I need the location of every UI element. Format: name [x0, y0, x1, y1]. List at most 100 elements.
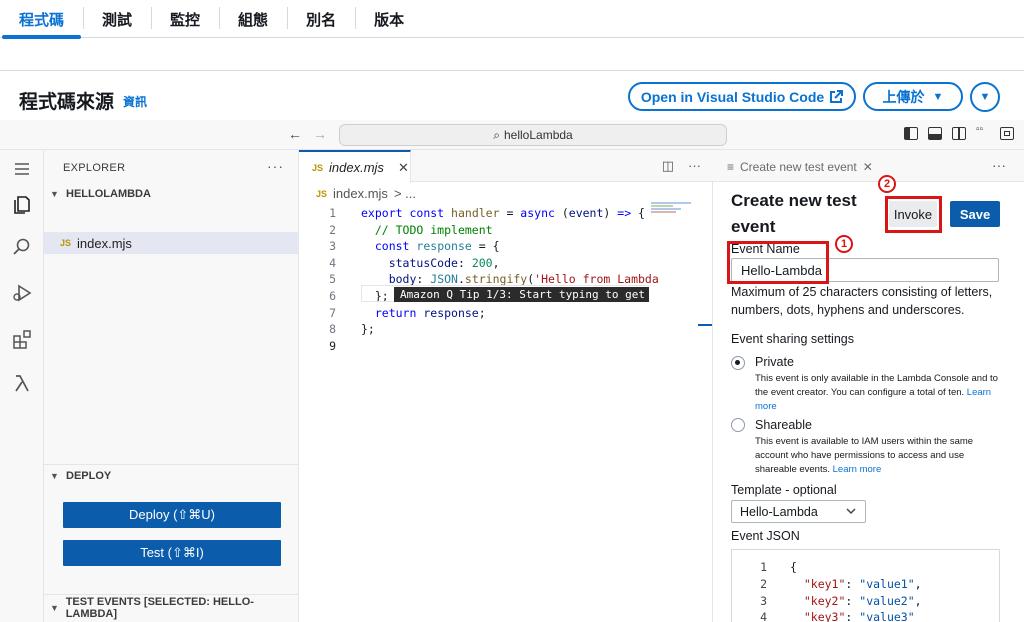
- shareable-description: This event is available to IAM users wit…: [755, 435, 1000, 477]
- fullscreen-icon[interactable]: [1000, 127, 1014, 140]
- test-events-title: TEST EVENTS [SELECTED: HELLO-LAMBDA]: [65, 595, 254, 620]
- upload-from-label: 上傳於: [882, 88, 925, 105]
- more-icon[interactable]: ···: [992, 157, 1006, 173]
- javascript-file-icon: JS: [60, 238, 72, 248]
- document-icon: ≡: [727, 160, 735, 174]
- menu-icon[interactable]: [11, 158, 33, 180]
- code-line: 7 return response;: [329, 305, 486, 320]
- learn-more-link[interactable]: Learn more: [833, 464, 882, 475]
- template-select[interactable]: Hello-Lambda: [731, 500, 866, 523]
- tab-create-test-event[interactable]: ≡ Create new test event ✕: [727, 160, 873, 174]
- code-line: 3 const response = {: [329, 239, 500, 254]
- tab-label: Create new test event: [740, 160, 857, 174]
- tab-monitor[interactable]: 監控: [151, 0, 219, 38]
- tab-aliases[interactable]: 別名: [287, 0, 355, 38]
- test-event-heading: Create new test event: [731, 191, 857, 236]
- chevron-down-icon: ▼: [932, 90, 944, 103]
- code-line: 9: [329, 338, 336, 353]
- more-icon[interactable]: ···: [688, 158, 701, 174]
- search-icon: ⌕: [493, 127, 500, 142]
- tab-test[interactable]: 測試: [83, 0, 151, 38]
- code-editor-ide: ← → ⌕ helloLambda EXPLORER ··· ▼ HELLOLA…: [0, 120, 1024, 622]
- ide-titlebar: ← → ⌕ helloLambda: [0, 120, 1024, 150]
- event-json-editor[interactable]: 1{ 2 "key1": "value1", 3 "key2": "value2…: [731, 549, 1000, 622]
- search-icon[interactable]: [11, 236, 33, 258]
- breadcrumb-file[interactable]: index.mjs: [333, 186, 388, 201]
- annotation-number-2: 2: [878, 175, 896, 193]
- editor-tab-index-mjs[interactable]: JS index.mjs ✕: [299, 150, 411, 183]
- template-value: Hello-Lambda: [740, 504, 818, 519]
- run-debug-icon[interactable]: [11, 282, 33, 304]
- minimap[interactable]: [651, 202, 701, 222]
- folder-label: HELLOLAMBDA: [66, 188, 151, 200]
- javascript-file-icon: JS: [316, 188, 328, 199]
- open-vscode-label: Open in Visual Studio Code: [640, 88, 825, 105]
- sharing-settings-label: Event sharing settings: [731, 332, 854, 346]
- test-event-panel: ≡ Create new test event ✕ ··· Create new…: [713, 150, 1024, 622]
- lambda-icon[interactable]: [11, 372, 33, 394]
- save-button[interactable]: Save: [950, 201, 1000, 227]
- chevron-down-icon: ▼: [50, 189, 59, 199]
- scrollbar-marker: [698, 324, 712, 326]
- back-arrow-icon[interactable]: ←: [288, 126, 302, 142]
- open-vscode-button[interactable]: Open in Visual Studio Code: [628, 82, 856, 111]
- activity-bar: [0, 150, 44, 622]
- toggle-panel-icon[interactable]: [928, 127, 942, 140]
- toggle-primary-sidebar-icon[interactable]: [904, 127, 918, 140]
- private-description-text: This event is only available in the Lamb…: [755, 373, 998, 398]
- upload-from-button[interactable]: 上傳於 ▼: [863, 82, 963, 111]
- command-center-search[interactable]: ⌕ helloLambda: [339, 124, 727, 146]
- close-icon[interactable]: ✕: [863, 160, 873, 174]
- code-line: 2 // TODO implement: [329, 222, 493, 237]
- page-title: 程式碼來源: [19, 92, 115, 113]
- explorer-icon[interactable]: [11, 194, 33, 216]
- file-index-mjs[interactable]: JS index.mjs: [44, 232, 299, 254]
- test-events-section-header[interactable]: ▼ TEST EVENTS [SELECTED: HELLO-LAMBDA]: [44, 594, 299, 620]
- layout-controls: [904, 124, 1014, 140]
- deploy-section-header[interactable]: ▼ DEPLOY: [44, 465, 299, 487]
- more-icon[interactable]: ···: [267, 158, 284, 174]
- event-name-hint: Maximum of 25 characters consisting of l…: [731, 285, 993, 317]
- breadcrumb: JS index.mjs > ...: [316, 186, 416, 201]
- code-line: 8};: [329, 322, 375, 337]
- amazon-q-tip: Amazon Q Tip 1/3: Start typing to get: [394, 287, 649, 302]
- file-label: index.mjs: [77, 235, 132, 251]
- chevron-down-icon: ▼: [979, 91, 991, 103]
- code-lines[interactable]: 1 export const handler = async (event) =>…: [299, 205, 659, 354]
- test-button[interactable]: Test (⇧⌘I): [63, 540, 281, 566]
- event-json-label: Event JSON: [731, 529, 800, 543]
- javascript-file-icon: JS: [312, 162, 324, 173]
- annotation-number-1: 1: [835, 235, 853, 253]
- more-actions-button[interactable]: ▼: [970, 82, 1000, 112]
- deploy-button[interactable]: Deploy (⇧⌘U): [63, 502, 281, 528]
- shareable-radio[interactable]: [731, 418, 745, 432]
- code-source-header: 程式碼來源 資訊 Open in Visual Studio Code 上傳於 …: [0, 70, 1024, 120]
- explorer-sidebar: EXPLORER ··· ▼ HELLOLAMBDA JS index.mjs …: [44, 150, 299, 622]
- info-link[interactable]: 資訊: [123, 93, 147, 110]
- explorer-title: EXPLORER: [63, 162, 126, 174]
- json-line: 4 "key3": "value3": [760, 610, 915, 622]
- template-label: Template - optional: [731, 483, 837, 497]
- chevron-down-icon: ▼: [50, 471, 59, 481]
- tab-code[interactable]: 程式碼: [0, 0, 83, 39]
- customize-layout-icon[interactable]: [976, 124, 990, 140]
- split-editor-icon[interactable]: ◫: [662, 158, 674, 174]
- shareable-label: Shareable: [755, 418, 812, 432]
- code-line: 1 export const handler = async (event) =>…: [329, 206, 645, 220]
- editor-tab-label: index.mjs: [329, 160, 384, 175]
- tab-configuration[interactable]: 組態: [219, 0, 287, 38]
- editor-tab-strip: JS index.mjs ✕ ◫ ···: [299, 150, 713, 183]
- forward-arrow-icon[interactable]: →: [313, 126, 327, 142]
- toggle-secondary-sidebar-icon[interactable]: [952, 127, 966, 140]
- json-line: 3 "key2": "value2",: [760, 593, 922, 608]
- annotation-box-event-name: [727, 241, 829, 284]
- private-label: Private: [755, 355, 794, 369]
- tab-versions[interactable]: 版本: [355, 0, 423, 38]
- private-radio[interactable]: [731, 356, 745, 370]
- chevron-down-icon: ▼: [50, 602, 59, 613]
- folder-hellolambda[interactable]: ▼ HELLOLAMBDA: [44, 183, 299, 205]
- json-line: 1{: [760, 560, 797, 574]
- close-icon[interactable]: ✕: [398, 160, 409, 176]
- json-line: 2 "key1": "value1",: [760, 576, 922, 591]
- extensions-icon[interactable]: [11, 328, 33, 350]
